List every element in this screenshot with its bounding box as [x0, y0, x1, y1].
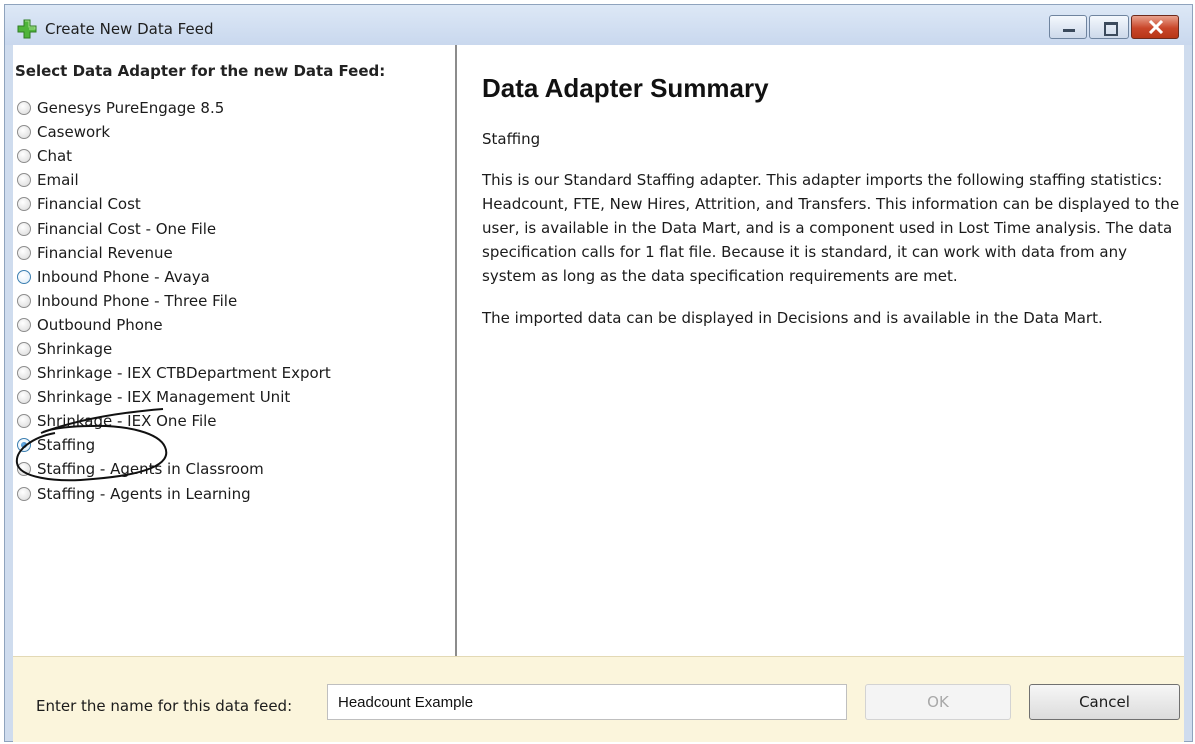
radio-button[interactable] [17, 101, 31, 116]
summary-title: Data Adapter Summary [482, 73, 769, 103]
adapter-option[interactable]: Chat [17, 144, 331, 168]
adapter-option[interactable]: Financial Revenue [17, 241, 331, 265]
radio-button[interactable] [17, 317, 31, 332]
radio-button[interactable] [17, 462, 31, 477]
adapter-option[interactable]: Shrinkage - IEX CTBDepartment Export [17, 361, 331, 385]
adapter-option-label: Financial Revenue [37, 243, 173, 262]
adapter-option-label: Financial Cost - One File [37, 219, 217, 238]
adapter-description: This is our Standard Staffing adapter. T… [482, 171, 1180, 285]
adapter-option-label: Shrinkage - IEX One File [37, 412, 217, 431]
radio-button[interactable] [17, 341, 31, 356]
adapter-option[interactable]: Inbound Phone - Avaya [17, 265, 331, 289]
adapter-option-label: Staffing - Agents in Classroom [37, 460, 264, 479]
feed-name-input[interactable] [327, 684, 847, 720]
radio-button[interactable] [17, 245, 31, 260]
feed-name-label: Enter the name for this data feed: [36, 697, 293, 715]
adapter-option[interactable]: Casework [17, 120, 331, 144]
radio-button[interactable] [17, 149, 31, 164]
adapter-option[interactable]: Shrinkage - IEX Management Unit [17, 385, 331, 409]
radio-button[interactable] [17, 438, 31, 453]
adapter-option[interactable]: Staffing - Agents in Learning [17, 482, 331, 506]
adapter-option[interactable]: Outbound Phone [17, 313, 331, 337]
radio-button[interactable] [17, 197, 31, 212]
selected-adapter-name: Staffing [482, 130, 541, 148]
dialog-content: Select Data Adapter for the new Data Fee… [13, 45, 1184, 656]
adapter-option[interactable]: Shrinkage - IEX One File [17, 409, 331, 433]
adapter-list-header: Select Data Adapter for the new Data Fee… [15, 62, 386, 80]
adapter-option-label: Chat [37, 147, 73, 166]
adapter-selection-pane: Select Data Adapter for the new Data Fee… [13, 45, 457, 656]
radio-button[interactable] [17, 221, 31, 236]
ok-button[interactable]: OK [865, 684, 1011, 720]
radio-button[interactable] [17, 125, 31, 140]
adapter-option-label: Email [37, 171, 79, 190]
maximize-button[interactable] [1089, 15, 1129, 39]
green-plus-icon [17, 19, 37, 39]
radio-button[interactable] [17, 390, 31, 405]
adapter-option-label: Staffing [37, 436, 96, 455]
dialog-footer: Enter the name for this data feed: OK Ca… [13, 656, 1184, 742]
adapter-option-label: Shrinkage [37, 339, 113, 358]
adapter-extra-info: The imported data can be displayed in De… [482, 309, 1103, 327]
adapter-option-label: Financial Cost [37, 195, 141, 214]
radio-button[interactable] [17, 269, 31, 284]
adapter-option[interactable]: Email [17, 168, 331, 192]
close-icon [1148, 20, 1164, 34]
adapter-option-label: Outbound Phone [37, 315, 163, 334]
adapter-summary-pane: Data Adapter Summary Staffing This is ou… [457, 45, 1184, 656]
title-bar[interactable]: Create New Data Feed [5, 5, 1192, 45]
create-data-feed-window: Create New Data Feed Select Data Adapter… [4, 4, 1193, 742]
adapter-option[interactable]: Genesys PureEngage 8.5 [17, 96, 331, 120]
adapter-option[interactable]: Financial Cost [17, 192, 331, 216]
adapter-option-label: Casework [37, 123, 111, 142]
cancel-button[interactable]: Cancel [1029, 684, 1180, 720]
adapter-option-label: Shrinkage - IEX CTBDepartment Export [37, 364, 331, 383]
radio-button[interactable] [17, 366, 31, 381]
adapter-option[interactable]: Shrinkage [17, 337, 331, 361]
adapter-option[interactable]: Financial Cost - One File [17, 216, 331, 240]
adapter-option-label: Inbound Phone - Avaya [37, 267, 210, 286]
adapter-option-label: Staffing - Agents in Learning [37, 484, 251, 503]
adapter-option[interactable]: Staffing [17, 433, 331, 457]
adapter-radio-list: Genesys PureEngage 8.5 Casework Chat Email F… [17, 96, 331, 506]
adapter-option[interactable]: Staffing - Agents in Classroom [17, 457, 331, 481]
close-button[interactable] [1131, 15, 1179, 39]
radio-button[interactable] [17, 414, 31, 429]
radio-button[interactable] [17, 173, 31, 188]
adapter-option-label: Genesys PureEngage 8.5 [37, 99, 225, 118]
adapter-option[interactable]: Inbound Phone - Three File [17, 289, 331, 313]
adapter-option-label: Inbound Phone - Three File [37, 291, 238, 310]
minimize-button[interactable] [1049, 15, 1087, 39]
window-title: Create New Data Feed [45, 20, 214, 38]
adapter-option-label: Shrinkage - IEX Management Unit [37, 388, 291, 407]
radio-button[interactable] [17, 293, 31, 308]
radio-button[interactable] [17, 486, 31, 501]
